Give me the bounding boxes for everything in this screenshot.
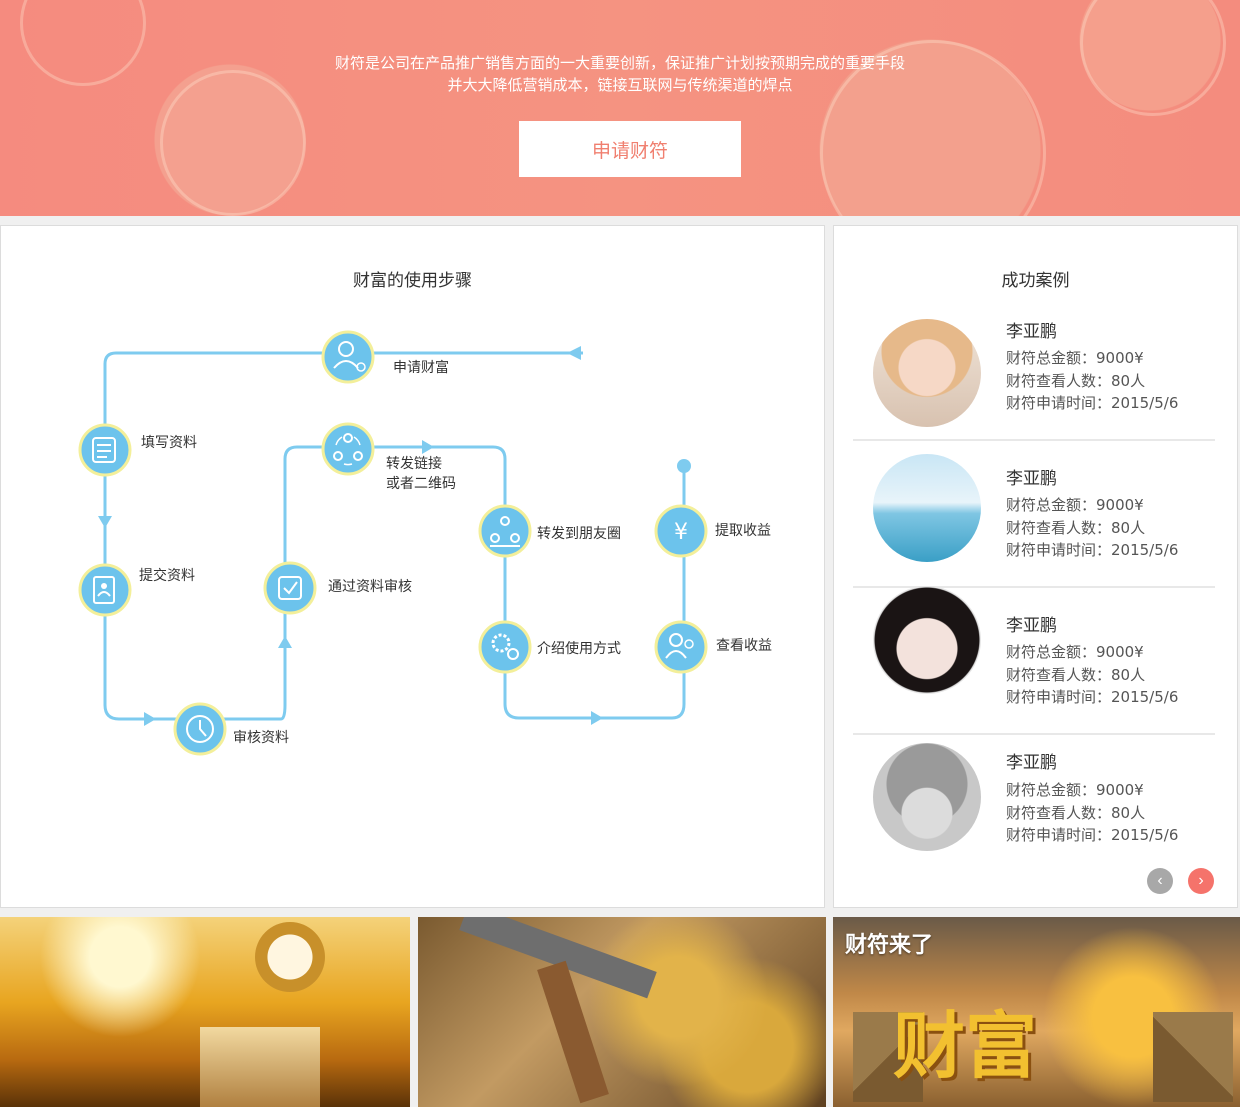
avatar [873,586,981,694]
step-label-submit: 提交资料 [139,568,195,584]
case-card[interactable]: 李亚鹏 财符总金额：9000¥ 财符查看人数：80人 财符申请时间：2015/5… [853,586,1215,735]
step-node-withdraw: ¥ [654,504,708,558]
hammer-handle [537,960,609,1104]
step-node-apply [321,330,375,384]
arrow-icon [98,516,112,528]
step-node-moments [478,504,532,558]
next-button[interactable]: › [1188,868,1214,894]
step-node-review [173,702,227,756]
step-label-approved: 通过资料审核 [328,579,412,595]
end-dot [677,459,691,473]
gallery-image-wealth[interactable]: 财符来了 财富 [833,917,1240,1107]
step-node-view-earnings [654,620,708,674]
case-total: 财符总金额：9000¥ [1006,349,1144,367]
arrow-icon [422,440,434,454]
case-date: 财符申请时间：2015/5/6 [1006,394,1179,412]
cases-panel-title: 成功案例 [1001,271,1070,291]
chevron-left-icon: ‹ [1157,872,1163,889]
prev-button[interactable]: ‹ [1147,868,1173,894]
chevron-right-icon: › [1198,872,1204,889]
case-name: 李亚鹏 [1006,753,1057,773]
hero-banner: 财符是公司在产品推广销售方面的一大重要创新，保证推广计划按预期完成的重要手段 并… [0,0,1240,216]
case-name: 李亚鹏 [1006,469,1057,489]
avatar [873,319,981,427]
step-node-fill-form [78,423,132,477]
case-name: 李亚鹏 [1006,322,1057,342]
apply-button[interactable]: 申请财符 [519,121,741,177]
case-viewers: 财符查看人数：80人 [1006,804,1146,822]
gallery-image-gold-watch[interactable] [0,917,410,1107]
case-card[interactable]: 李亚鹏 财符总金额：9000¥ 财符查看人数：80人 财符申请时间：2015/5… [853,292,1215,441]
step-node-share-link [321,422,375,476]
step-label-moments: 转发到朋友圈 [537,526,621,542]
case-card[interactable]: 李亚鹏 财符总金额：9000¥ 财符查看人数：80人 财符申请时间：2015/5… [853,439,1215,588]
step-node-approved [263,561,317,615]
step-label-share-link: 转发链接 或者二维码 [386,456,456,492]
gallery-big-text: 财富 [893,1004,1038,1088]
arrow-icon [591,711,603,725]
gold-block [200,1027,320,1107]
step-label-fill-form: 填写资料 [141,435,197,451]
case-total: 财符总金额：9000¥ [1006,643,1144,661]
arrow-icon [144,712,156,726]
watch-icon [255,922,325,992]
case-date: 财符申请时间：2015/5/6 [1006,541,1179,559]
gallery-image-coins[interactable] [418,917,826,1107]
step-node-intro [478,620,532,674]
case-date: 财符申请时间：2015/5/6 [1006,826,1179,844]
case-date: 财符申请时间：2015/5/6 [1006,688,1179,706]
step-label-apply: 申请财富 [393,360,449,376]
case-viewers: 财符查看人数：80人 [1006,519,1146,537]
arrow-icon [567,346,581,360]
arrow-icon [278,636,292,648]
step-label-withdraw: 提取收益 [715,523,771,539]
case-total: 财符总金额：9000¥ [1006,781,1144,799]
case-viewers: 财符查看人数：80人 [1006,372,1146,390]
step-label-view-earnings: 查看收益 [716,638,772,654]
step-node-submit [78,563,132,617]
case-total: 财符总金额：9000¥ [1006,496,1144,514]
case-viewers: 财符查看人数：80人 [1006,666,1146,684]
pyramid [1153,1012,1233,1102]
steps-flow-diagram: ¥ [78,330,708,756]
step-label-review: 审核资料 [233,730,289,746]
avatar [873,743,981,851]
case-name: 李亚鹏 [1006,616,1057,636]
gallery-caption: 财符来了 [845,933,934,958]
steps-panel: 财富的使用步骤 ¥ 申请财富 填写资料 提交资料 审核资料 通过资料审核 转发链… [0,225,825,908]
cases-panel: 成功案例 李亚鹏 财符总金额：9000¥ 财符查看人数：80人 财符申请时间：2… [833,225,1238,908]
svg-text:¥: ¥ [674,520,688,545]
hero-text-line2: 并大大降低营销成本，链接互联网与传统渠道的焊点 [447,76,793,94]
step-label-intro: 介绍使用方式 [537,641,621,657]
case-card[interactable]: 李亚鹏 财符总金额：9000¥ 财符查看人数：80人 财符申请时间：2015/5… [853,733,1215,880]
avatar [873,454,981,562]
hero-text-line1: 财符是公司在产品推广销售方面的一大重要创新，保证推广计划按预期完成的重要手段 [334,54,905,72]
